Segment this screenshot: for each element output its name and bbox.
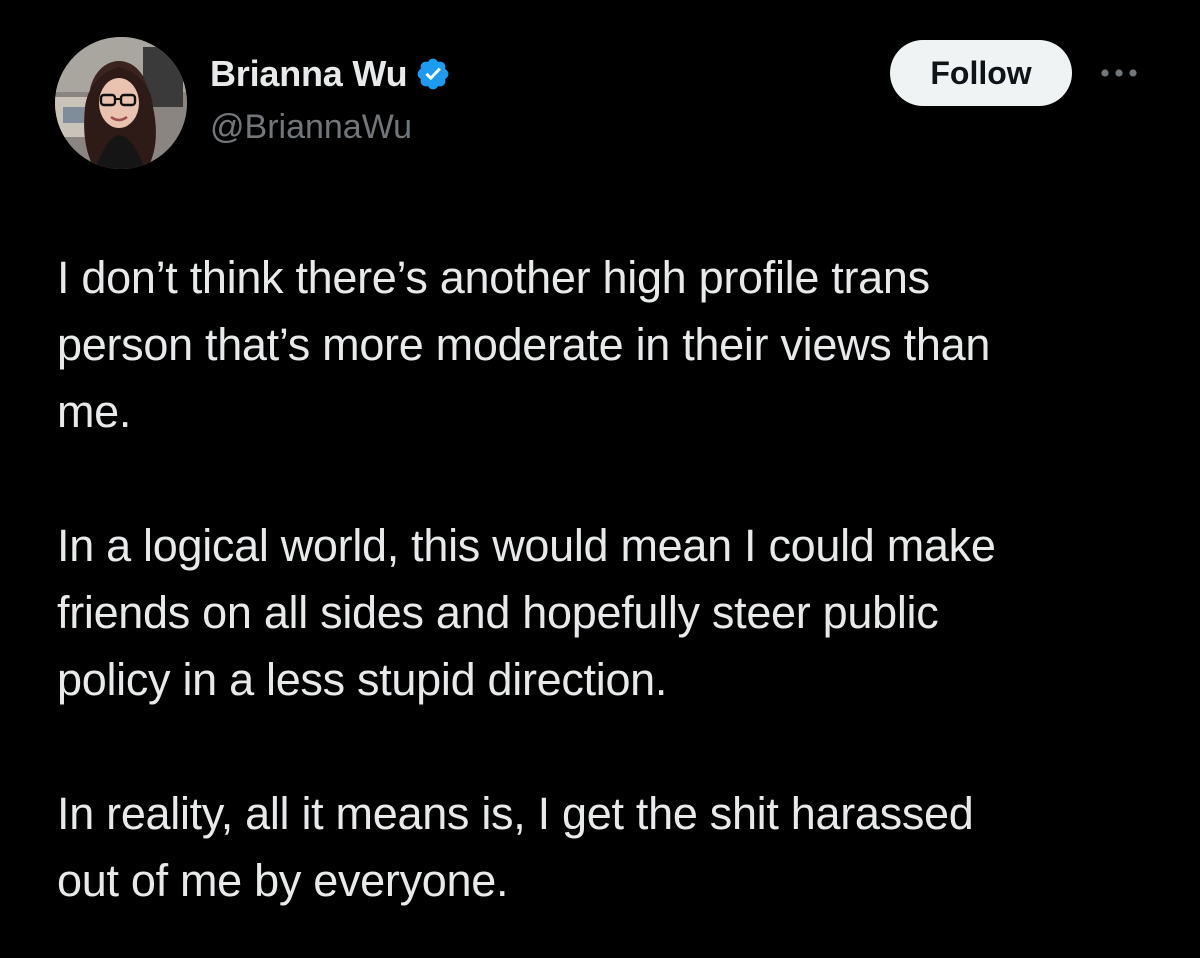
author-display-name[interactable]: Brianna Wu <box>210 53 408 95</box>
tweet-paragraph: I don’t think there’s another high profi… <box>57 252 991 437</box>
tweet-paragraph: In a logical world, this would mean I co… <box>57 520 996 705</box>
follow-button[interactable]: Follow <box>890 40 1072 106</box>
author-handle[interactable]: @BriannaWu <box>210 108 412 147</box>
author-name-row: Brianna Wu <box>210 50 451 98</box>
tweet-paragraph: In reality, all it means is, I get the s… <box>57 788 974 906</box>
avatar-image <box>55 37 187 169</box>
verified-badge-icon <box>415 56 451 92</box>
more-options-button[interactable] <box>1096 56 1142 90</box>
tweet-card: Brianna Wu @BriannaWu Follow I don’t thi… <box>0 0 1200 958</box>
more-horizontal-icon <box>1101 69 1137 77</box>
tweet-text: I don’t think there’s another high profi… <box>57 244 1157 914</box>
avatar[interactable] <box>55 37 187 169</box>
